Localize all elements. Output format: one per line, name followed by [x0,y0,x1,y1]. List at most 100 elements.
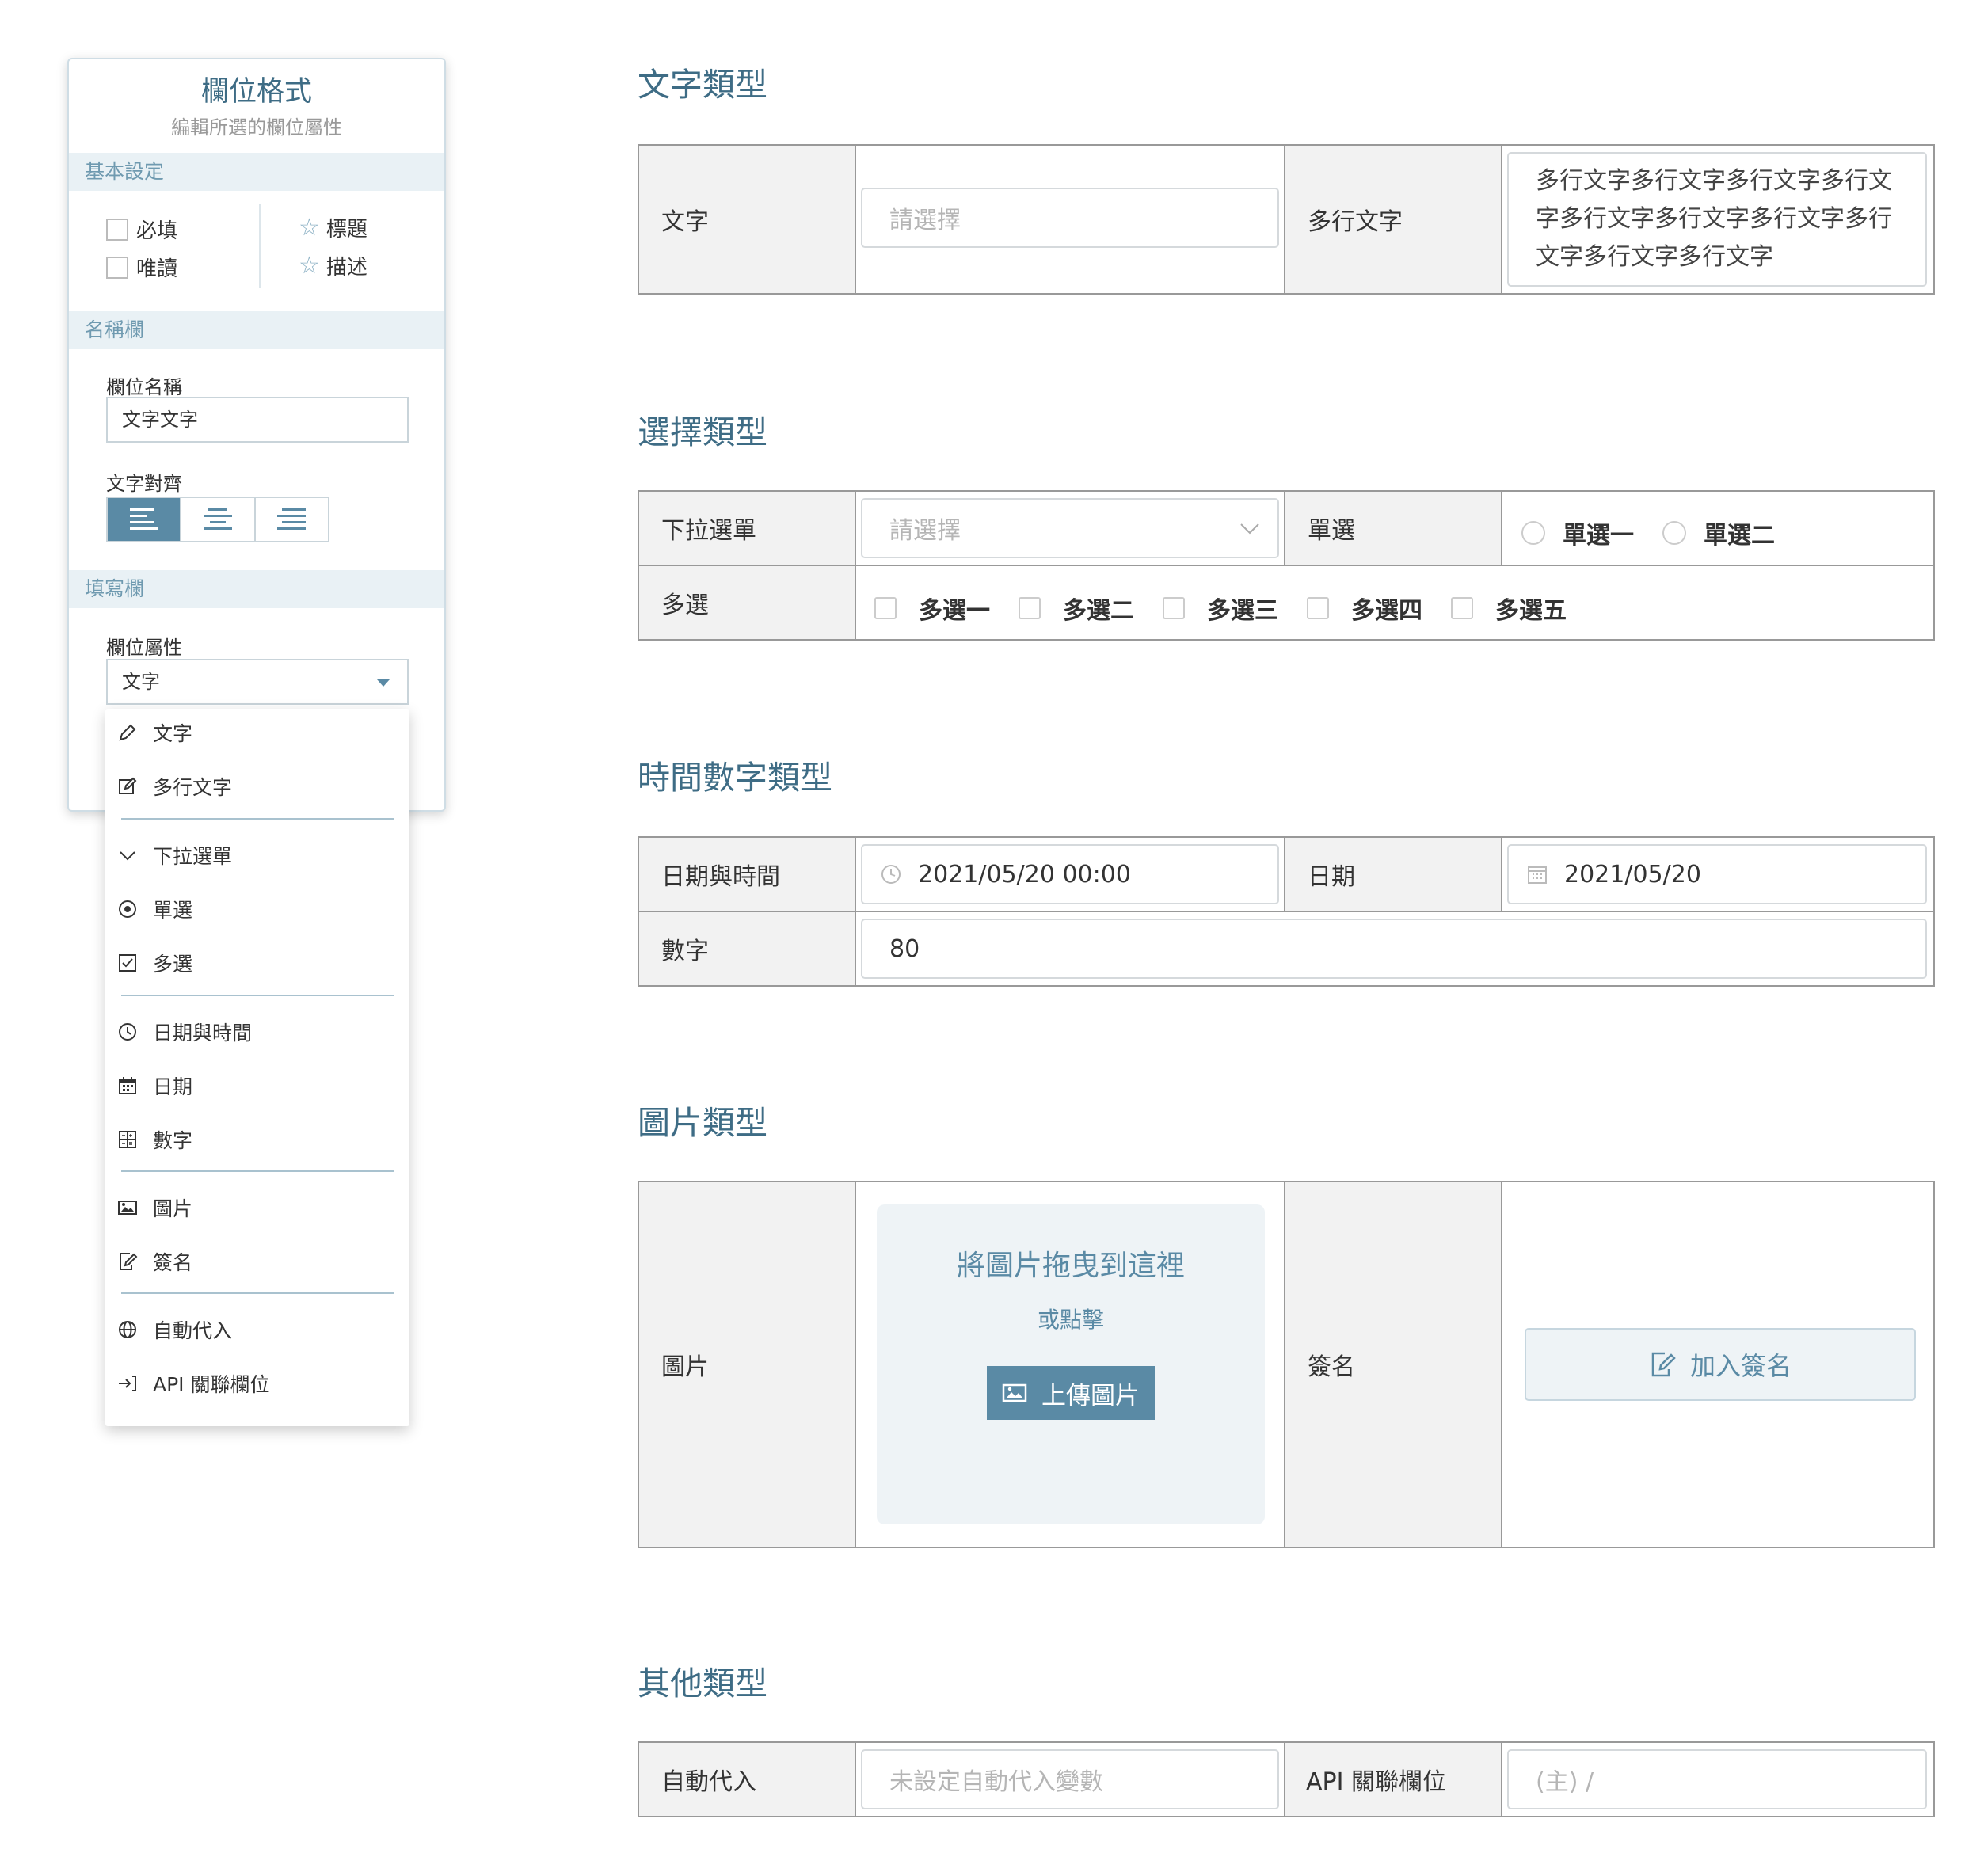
field-type-menu: 文字 多行文字 下拉選單 單選 多選 日期與時間 日期 數字 圖片 簽名 自動代… [105,709,409,1426]
date-label-cell: 日期 [1284,838,1502,911]
menu-item-number[interactable]: 數字 [105,1116,409,1163]
checkbox-option[interactable]: 多選三 [1163,591,1278,626]
readonly-checkbox[interactable]: 唯讀 [106,253,177,282]
datetime-types-table: 日期與時間 2021/05/20 00:00 日期 2021/05/20 數字 … [638,836,1935,987]
add-signature-label: 加入簽名 [1689,1351,1792,1381]
text-input[interactable]: 請選擇 [861,188,1279,248]
menu-item-label: 簽名 [153,1251,193,1274]
image-icon [1002,1383,1027,1402]
image-label: 圖片 [661,1353,709,1381]
required-label: 必填 [136,219,178,243]
api-field-input[interactable]: (主) / [1507,1749,1927,1809]
dropdown-label-cell: 下拉選單 [639,492,856,565]
choice-types-table: 下拉選單 請選擇 單選 單選一 單選二 多選 多選一 多選二 多選三 多選四 多… [638,490,1935,641]
menu-item-image[interactable]: 圖片 [105,1184,409,1231]
field-name-input[interactable]: 文字文字 [106,397,409,443]
radio-option-label: 單選一 [1563,522,1634,550]
checkbox-box[interactable] [106,218,128,241]
description-toggle[interactable]: ☆ 描述 [299,251,367,280]
number-input[interactable]: 80 [861,919,1927,979]
field-name-label: 欄位名稱 [106,376,182,398]
multiline-label-cell: 多行文字 [1284,146,1502,293]
align-left-icon [129,508,158,530]
datetime-input[interactable]: 2021/05/20 00:00 [861,844,1279,904]
auto-fill-placeholder: 未設定自動代入變數 [889,1768,1103,1796]
calendar-icon [116,1075,139,1097]
align-center-button[interactable] [181,498,256,541]
heading-text-types: 文字類型 [638,66,767,104]
add-signature-button[interactable]: 加入簽名 [1525,1328,1916,1401]
star-icon: ☆ [299,251,320,280]
menu-separator [121,995,394,996]
checkbox-box[interactable] [106,256,128,279]
checkbox-option[interactable]: 多選五 [1451,591,1567,626]
radio-circle[interactable] [1521,521,1545,545]
signature-label: 簽名 [1308,1353,1355,1381]
auto-fill-label-cell: 自動代入 [639,1743,856,1816]
checkbox-option[interactable]: 多選一 [874,591,990,626]
align-right-icon [277,508,307,530]
star-icon: ☆ [299,213,320,242]
signature-icon [116,1250,139,1273]
signature-icon [1651,1352,1676,1377]
menu-item-datetime[interactable]: 日期與時間 [105,1008,409,1056]
title-toggle[interactable]: ☆ 標題 [299,213,367,242]
text-types-table: 文字 請選擇 多行文字 多行文字多行文字多行文字多行文字多行文字多行文字多行文字… [638,144,1935,295]
calendar-icon [1528,866,1547,884]
checkbox-box[interactable] [1019,597,1041,619]
radio-circle[interactable] [1662,521,1686,545]
text-align-label: 文字對齊 [106,473,182,495]
checkbox-box[interactable] [1163,597,1185,619]
section-fill: 填寫欄 [69,570,444,608]
menu-item-dropdown[interactable]: 下拉選單 [105,831,409,879]
align-center-icon [203,508,232,530]
field-format-panel: 欄位格式 編輯所選的欄位屬性 基本設定 必填 唯讀 ☆ 標題 ☆ 描述 名稱欄 … [67,58,446,812]
checkbox-option[interactable]: 多選四 [1307,591,1422,626]
multiline-textarea[interactable]: 多行文字多行文字多行文字多行文字多行文字多行文字多行文字多行文字多行文字多行文字 [1507,152,1927,287]
multi-label-cell: 多選 [639,566,856,639]
menu-item-label: API 關聯欄位 [153,1373,270,1396]
required-checkbox[interactable]: 必填 [106,215,177,244]
image-types-table: 圖片 將圖片拖曳到這裡 或點擊 上傳圖片 簽名 加入簽名 [638,1181,1935,1548]
auto-fill-input[interactable]: 未設定自動代入變數 [861,1749,1279,1809]
align-left-button[interactable] [108,498,182,541]
heading-other-types: 其他類型 [638,1665,767,1703]
date-label: 日期 [1308,863,1355,891]
heading-choice-types: 選擇類型 [638,413,767,451]
menu-item-auto-fill[interactable]: 自動代入 [105,1306,409,1353]
number-label: 數字 [661,938,709,965]
checkbox-option-label: 多選二 [1063,597,1134,625]
date-input[interactable]: 2021/05/20 [1507,844,1927,904]
radio-group: 單選一 單選二 [1521,516,1775,550]
align-right-button[interactable] [255,498,328,541]
datetime-label: 日期與時間 [661,863,780,891]
checkbox-option[interactable]: 多選二 [1019,591,1134,626]
radio-icon [116,898,139,920]
number-grid-icon [116,1128,139,1151]
menu-item-text[interactable]: 文字 [105,709,409,756]
description-toggle-label: 描述 [326,256,367,280]
menu-item-date[interactable]: 日期 [105,1062,409,1109]
menu-item-label: 數字 [153,1129,193,1152]
field-property-select[interactable]: 文字 [106,659,409,705]
menu-item-api-field[interactable]: API 關聯欄位 [105,1360,409,1407]
dropdown-select[interactable]: 請選擇 [861,498,1279,558]
checkbox-box[interactable] [1451,597,1473,619]
multi-label: 多選 [661,592,709,619]
multiline-label: 多行文字 [1308,208,1403,236]
field-property-label: 欄位屬性 [106,637,182,659]
field-property-value: 文字 [122,671,160,693]
image-dropzone[interactable]: 將圖片拖曳到這裡 或點擊 上傳圖片 [877,1204,1265,1524]
radio-option[interactable]: 單選一 [1521,516,1634,550]
menu-item-signature[interactable]: 簽名 [105,1238,409,1285]
checkbox-box[interactable] [874,597,897,619]
dropzone-text: 將圖片拖曳到這裡 [956,1250,1185,1282]
menu-item-multiline[interactable]: 多行文字 [105,763,409,810]
checkbox-option-label: 多選三 [1207,597,1278,625]
radio-option[interactable]: 單選二 [1662,516,1775,550]
readonly-label: 唯讀 [136,257,178,281]
upload-image-button[interactable]: 上傳圖片 [987,1366,1155,1420]
menu-item-radio[interactable]: 單選 [105,885,409,933]
checkbox-box[interactable] [1307,597,1329,619]
menu-item-checkbox[interactable]: 多選 [105,939,409,987]
